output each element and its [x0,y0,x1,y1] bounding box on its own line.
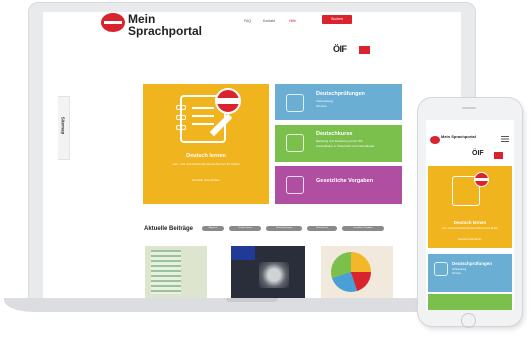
tile-title: Deutsch lernen [186,153,226,159]
tile-subtitle: Lern- und unterstützende Deutschlernen f… [172,162,240,166]
mobile-tile-extra: Termine [452,272,461,275]
filter-pill[interactable]: Deutschprüfungen [266,226,302,231]
partner-logo-icon[interactable] [359,46,370,54]
tile-subtitle: Beratung und Förderung durch ÖIF [316,139,363,143]
mobile-logo-icon[interactable] [430,136,440,144]
mobile-partner-logo-icon[interactable] [494,152,503,159]
tile-title: Gesetzliche Vorgaben [316,178,374,184]
course-icon [286,134,304,152]
filter-pill[interactable]: Deutsch lernen [229,226,261,231]
exam-icon [286,94,304,112]
mobile-tile-subtitle: Lern- und unterstützende Deutschlernen f… [441,227,499,230]
mobile-austria-flag-icon [474,172,489,187]
sitemap-label: Sitemap [60,116,66,135]
law-icon [286,176,304,194]
tile-subtitle: Vorbereitung [316,99,334,103]
nav-hilfe[interactable]: Hilfe [289,19,296,23]
mobile-oif-logo[interactable]: ÖIF [472,150,484,157]
logo-line-2: Sprachportal [128,24,203,38]
phone-home-button [461,313,476,328]
post-thumbnail[interactable] [145,246,207,298]
post-thumbnail[interactable] [231,246,305,298]
mobile-tile-title: Deutsch lernen [453,220,487,225]
filter-pill[interactable]: Gesetzliche Vorgaben [342,226,384,231]
tile-title: Deutschkurse [316,131,353,137]
mobile-exam-icon [434,262,448,276]
nav-faq[interactable]: FAQ [244,19,251,23]
section-title: Aktuelle Beiträge [144,226,194,232]
austria-flag-icon [215,88,241,114]
nav-kontakt[interactable]: Kontakt [263,19,275,23]
tile-title: Deutschprüfungen [316,91,365,97]
filter-pill[interactable]: Allgemein [202,226,224,231]
laptop-notch [226,298,278,302]
hamburger-menu-icon[interactable] [501,136,509,142]
oif-logo[interactable]: ÖIF [333,44,347,54]
search-button[interactable]: Suchen [322,15,352,24]
sitemap-tab[interactable]: Sitemap [58,96,70,160]
tile-extra: Termine [316,104,327,108]
post-thumbnail[interactable] [321,246,393,298]
mobile-tile-deutschkurse[interactable] [428,294,512,310]
mobile-logo[interactable]: Mein Sprachportal [441,135,481,139]
mobile-tile-title: Deutschprüfungen [452,261,492,266]
site-logo[interactable]: Mein Sprachportal [128,13,202,37]
phone-speaker [462,107,476,109]
mobile-tile-extra: Deutsch unterrichten [458,238,482,241]
tile-extra: Deutsch unterrichten [192,178,220,182]
tile-extra: Kursanbieter in Österreich und internati… [316,144,374,148]
filter-pill[interactable]: Deutschkurse [307,226,337,231]
logo-icon[interactable] [101,13,125,32]
